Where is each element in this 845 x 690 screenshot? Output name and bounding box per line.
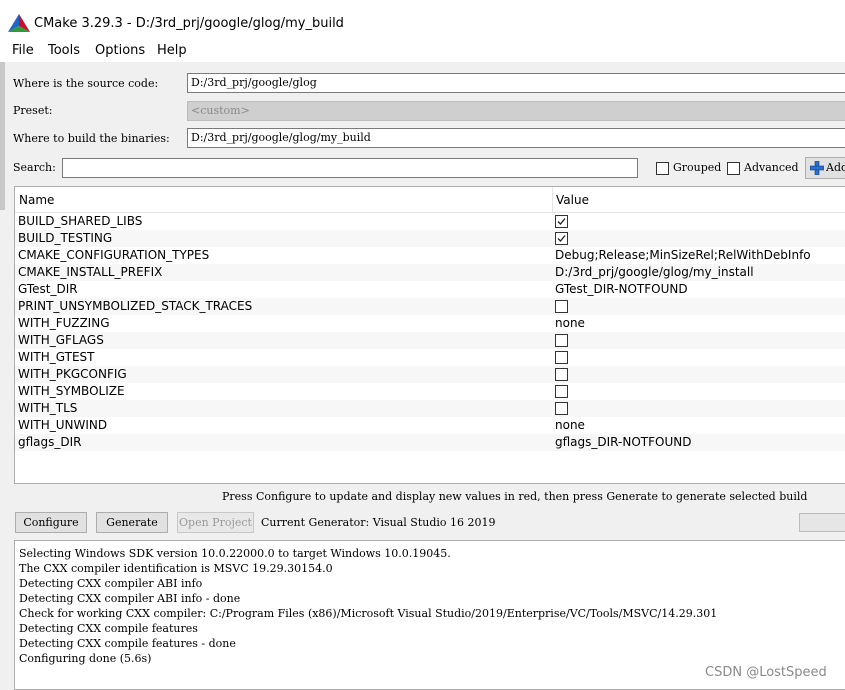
log-line: Check for working CXX compiler: C:/Progr… — [19, 607, 718, 620]
row-name: CMAKE_INSTALL_PREFIX — [18, 265, 163, 279]
build-path-field[interactable]: D:/3rd_prj/google/glog/my_build — [187, 128, 845, 148]
table-row[interactable]: GTest_DIR GTest_DIR-NOTFOUND — [15, 281, 845, 298]
row-name: BUILD_TESTING — [18, 231, 113, 245]
table-row[interactable]: WITH_TLS — [15, 400, 845, 417]
configure-button[interactable]: Configure — [15, 512, 87, 533]
row-value-checkbox[interactable] — [555, 232, 568, 245]
table-row[interactable]: WITH_GTEST — [15, 349, 845, 366]
row-value-checkbox[interactable] — [555, 351, 568, 364]
value-column-header[interactable]: Value — [556, 193, 589, 207]
menu-tools[interactable]: Tools — [48, 43, 80, 58]
log-line: Detecting CXX compiler ABI info — [19, 577, 203, 590]
open-project-button[interactable]: Open Project — [177, 512, 254, 533]
preset-dropdown[interactable]: <custom> — [187, 101, 845, 121]
table-header: Name Value — [15, 187, 845, 213]
generate-button[interactable]: Generate — [96, 512, 168, 533]
log-line: The CXX compiler identification is MSVC … — [19, 562, 333, 575]
search-label: Search: — [13, 161, 56, 174]
row-name: WITH_TLS — [18, 401, 78, 415]
column-separator — [552, 187, 553, 212]
table-row[interactable]: WITH_FUZZING none — [15, 315, 845, 332]
menu-options[interactable]: Options — [95, 43, 145, 58]
configure-hint: Press Configure to update and display ne… — [222, 490, 808, 503]
name-column-header[interactable]: Name — [19, 193, 54, 207]
row-name: WITH_PKGCONFIG — [18, 367, 127, 381]
table-row[interactable]: BUILD_SHARED_LIBS — [15, 213, 845, 230]
table-row[interactable]: WITH_SYMBOLIZE — [15, 383, 845, 400]
menu-file[interactable]: File — [12, 43, 34, 58]
row-value[interactable]: D:/3rd_prj/google/glog/my_install — [555, 265, 754, 279]
cache-table: Name Value BUILD_SHARED_LIBS BUILD_TESTIN… — [14, 186, 845, 484]
row-value-checkbox[interactable] — [555, 368, 568, 381]
table-row[interactable]: WITH_GFLAGS — [15, 332, 845, 349]
menu-help[interactable]: Help — [157, 43, 187, 58]
row-value-checkbox[interactable] — [555, 300, 568, 313]
checkmark-icon — [557, 235, 566, 242]
row-value[interactable]: GTest_DIR-NOTFOUND — [555, 282, 688, 296]
table-row[interactable]: WITH_UNWIND none — [15, 417, 845, 434]
cmake-logo-icon — [8, 14, 30, 32]
table-row[interactable]: WITH_PKGCONFIG — [15, 366, 845, 383]
advanced-checkbox[interactable] — [727, 162, 740, 175]
row-name: GTest_DIR — [18, 282, 78, 296]
preset-label: Preset: — [13, 104, 53, 117]
table-row[interactable]: gflags_DIR gflags_DIR-NOTFOUND — [15, 434, 845, 451]
row-name: WITH_GFLAGS — [18, 333, 104, 347]
row-value[interactable]: none — [555, 418, 585, 432]
checkmark-icon — [557, 218, 566, 225]
menu-bar: File Tools Options Help — [0, 42, 845, 62]
log-line: Selecting Windows SDK version 10.0.22000… — [19, 547, 451, 560]
row-value-checkbox[interactable] — [555, 334, 568, 347]
row-name: PRINT_UNSYMBOLIZED_STACK_TRACES — [18, 299, 253, 313]
table-row[interactable]: PRINT_UNSYMBOLIZED_STACK_TRACES — [15, 298, 845, 315]
log-line: Detecting CXX compiler ABI info - done — [19, 592, 241, 605]
build-label: Where to build the binaries: — [13, 132, 170, 145]
grouped-checkbox[interactable] — [656, 162, 669, 175]
row-name: WITH_SYMBOLIZE — [18, 384, 125, 398]
row-name: WITH_UNWIND — [18, 418, 108, 432]
watermark: CSDN @LostSpeed — [705, 665, 827, 680]
table-row[interactable]: BUILD_TESTING — [15, 230, 845, 247]
progress-bar — [799, 513, 845, 532]
row-name: WITH_FUZZING — [18, 316, 110, 330]
grouped-label: Grouped — [673, 161, 722, 174]
row-value[interactable]: gflags_DIR-NOTFOUND — [555, 435, 691, 449]
row-name: CMAKE_CONFIGURATION_TYPES — [18, 248, 210, 262]
row-value-checkbox[interactable] — [555, 385, 568, 398]
table-row[interactable]: CMAKE_CONFIGURATION_TYPES Debug;Release;M… — [15, 247, 845, 264]
log-line: Detecting CXX compile features - done — [19, 637, 236, 650]
row-value[interactable]: Debug;Release;MinSizeRel;RelWithDebInfo — [555, 248, 811, 262]
row-name: gflags_DIR — [18, 435, 82, 449]
row-value-checkbox[interactable] — [555, 402, 568, 415]
row-name: BUILD_SHARED_LIBS — [18, 214, 143, 228]
row-value-checkbox[interactable] — [555, 215, 568, 228]
advanced-label: Advanced — [744, 161, 799, 174]
log-line: Configuring done (5.6s) — [19, 652, 152, 665]
add-entry-label: Add — [826, 161, 845, 174]
row-value[interactable]: none — [555, 316, 585, 330]
row-name: WITH_GTEST — [18, 350, 95, 364]
window-title: CMake 3.29.3 - D:/3rd_prj/google/glog/my… — [34, 16, 344, 31]
plus-icon — [810, 161, 824, 175]
add-entry-button[interactable]: Add — [805, 157, 845, 179]
log-line: Detecting CXX compile features — [19, 622, 198, 635]
current-generator: Current Generator: Visual Studio 16 2019 — [261, 516, 496, 529]
source-label: Where is the source code: — [13, 77, 159, 90]
title-bar: CMake 3.29.3 - D:/3rd_prj/google/glog/my… — [0, 0, 845, 42]
table-row[interactable]: CMAKE_INSTALL_PREFIX D:/3rd_prj/google/gl… — [15, 264, 845, 281]
source-path-field[interactable]: D:/3rd_prj/google/glog — [187, 73, 845, 93]
search-input[interactable] — [62, 158, 638, 178]
